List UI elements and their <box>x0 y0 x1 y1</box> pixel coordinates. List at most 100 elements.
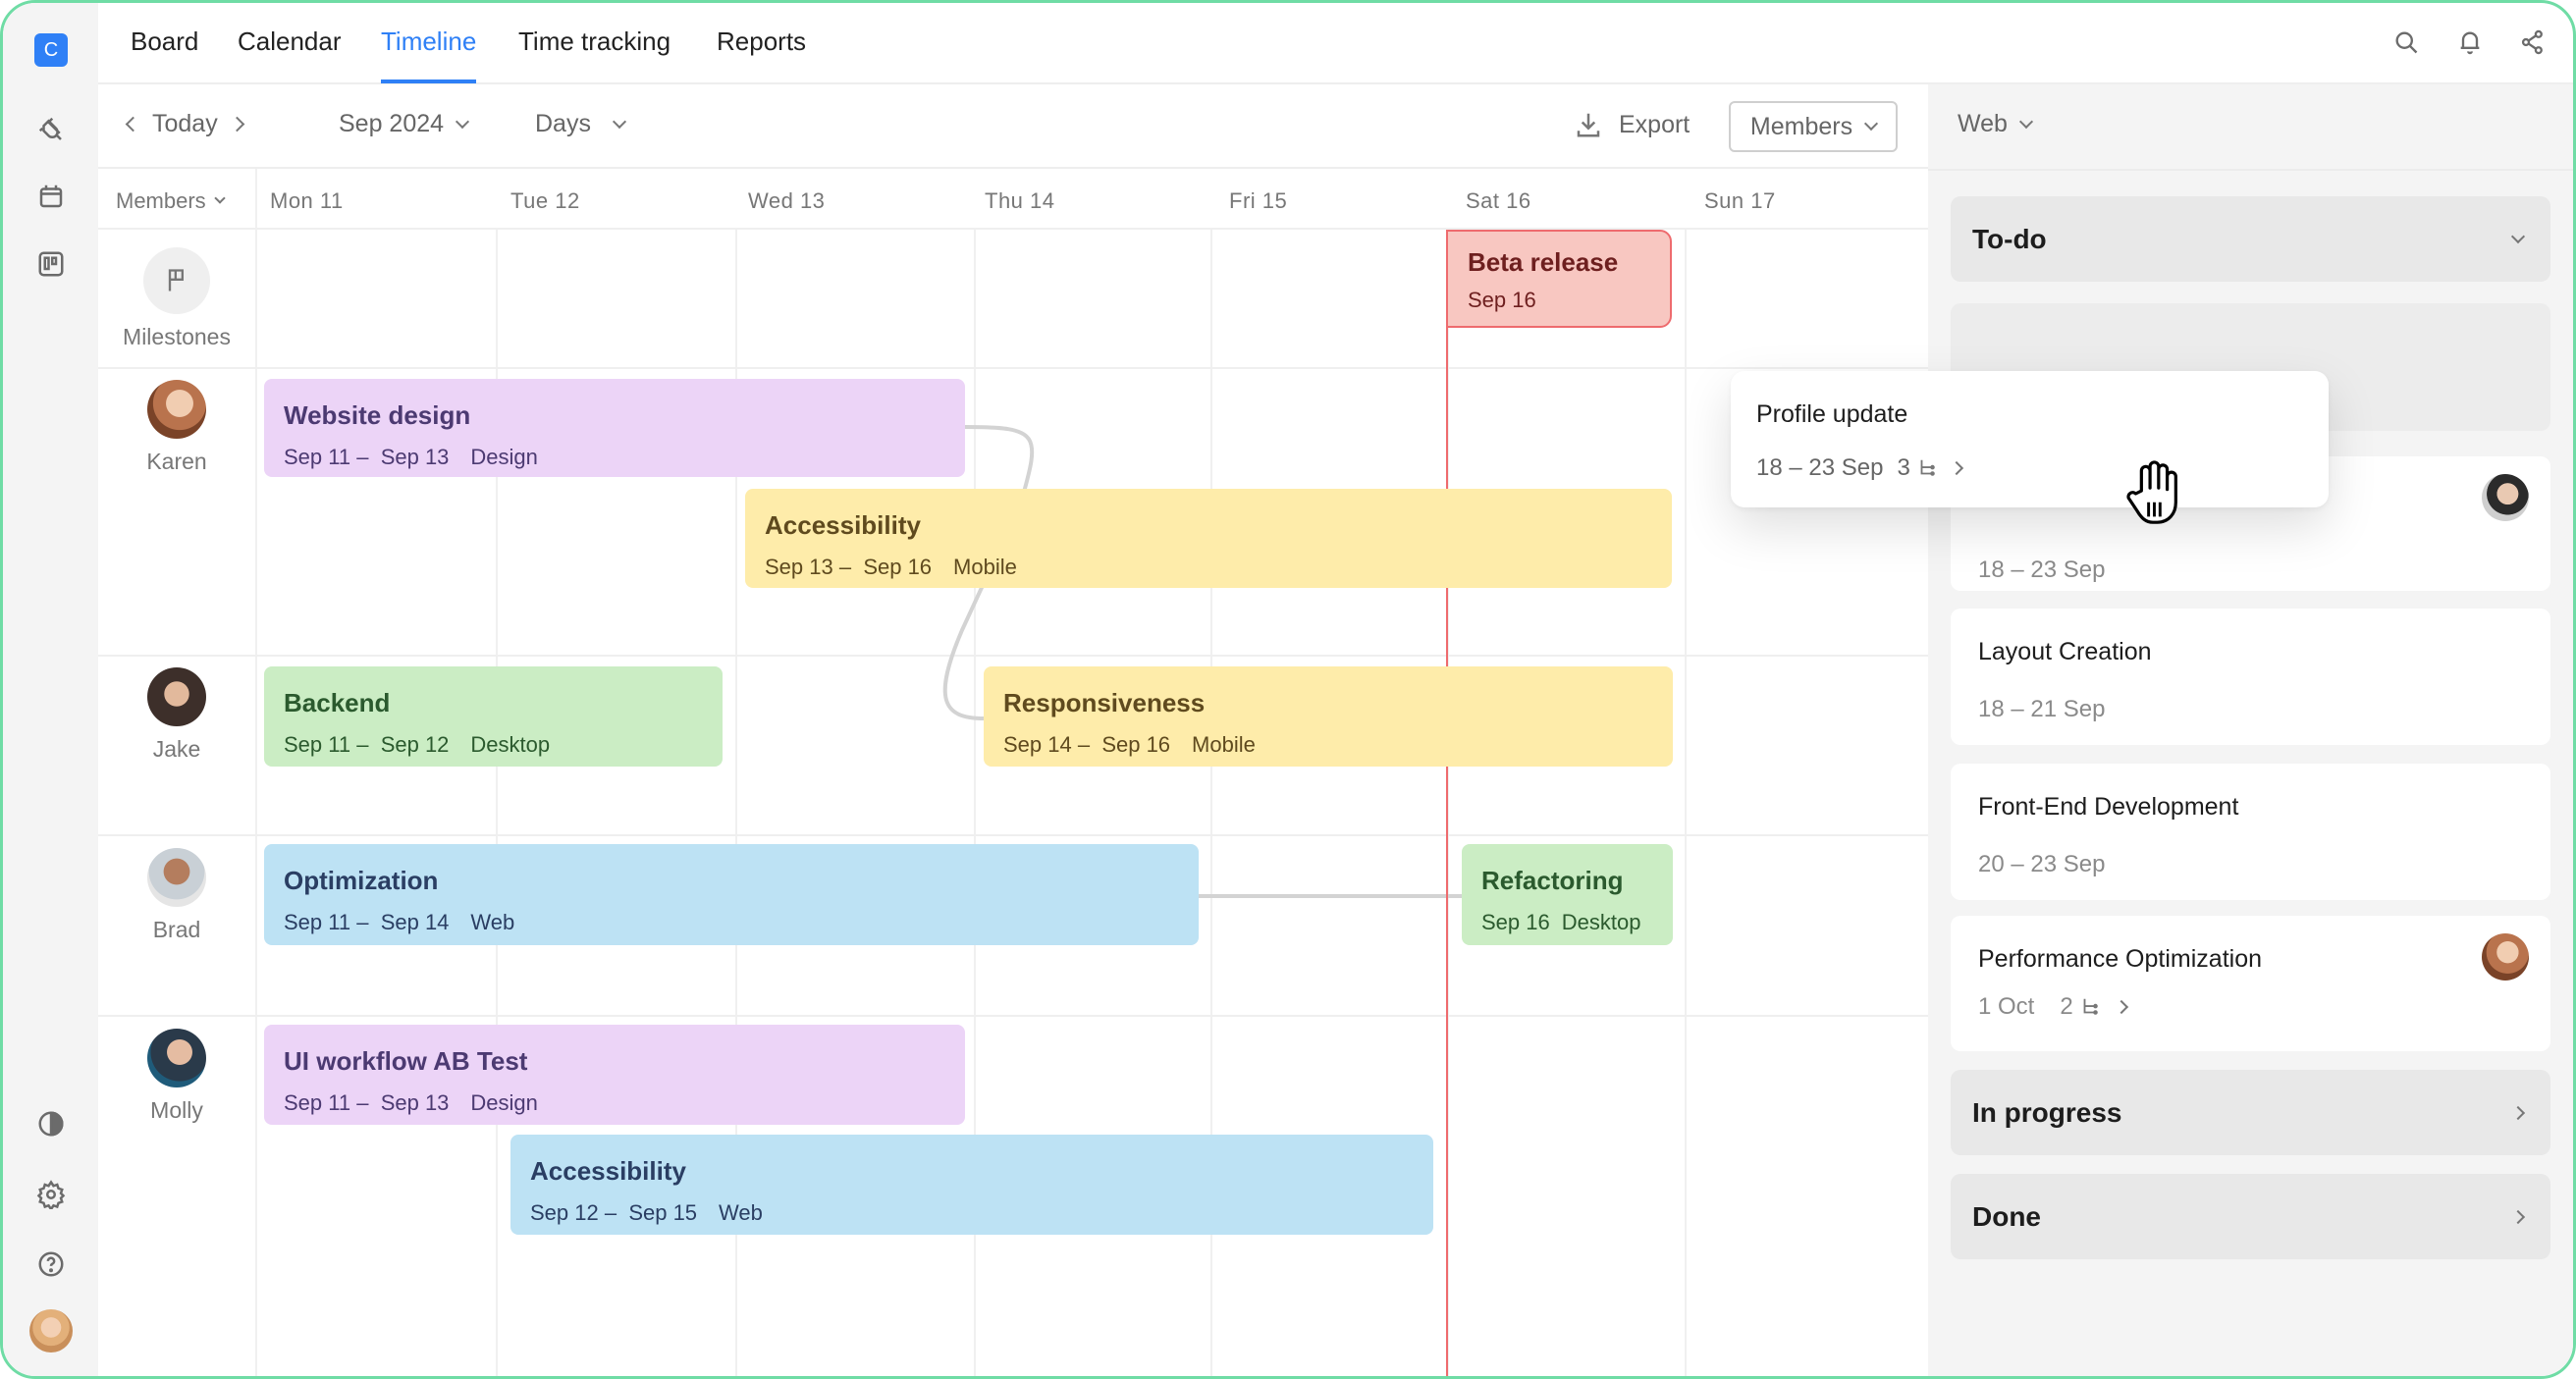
row-divider <box>98 1015 1928 1017</box>
milestones-label: Milestones <box>123 324 231 349</box>
task-start: Sep 11 <box>284 910 351 934</box>
next-icon[interactable] <box>229 116 244 133</box>
tab-timeline[interactable]: Timeline <box>381 27 477 83</box>
members-column-select[interactable]: Members <box>116 188 226 214</box>
task-start: Sep 13 <box>765 555 833 579</box>
group-done[interactable]: Done <box>1951 1174 2550 1259</box>
app-logo[interactable]: C <box>34 33 68 67</box>
task-start: Sep 14 <box>1003 732 1072 757</box>
month-select[interactable]: Sep 2024 <box>339 110 470 138</box>
task-tag: Web <box>719 1200 763 1225</box>
milestone-beta-release[interactable]: Beta release Sep 16 <box>1446 230 1672 328</box>
subtask-count: 3 <box>1897 454 1937 482</box>
row-divider <box>98 834 1928 836</box>
task-title: UI workflow AB Test <box>284 1046 528 1076</box>
task-bar[interactable]: Optimization Sep 11 – Sep 14 Web <box>264 844 1199 945</box>
download-icon <box>1577 113 1600 137</box>
task-tag: Mobile <box>953 555 1017 579</box>
task-title: Accessibility <box>530 1156 686 1186</box>
tab-calendar[interactable]: Calendar <box>238 27 342 57</box>
task-start: Sep 11 <box>284 1090 351 1115</box>
group-label: Done <box>1972 1200 2041 1232</box>
filter-select[interactable]: Web <box>1958 110 2034 138</box>
task-end: Sep 16 <box>863 555 933 579</box>
task-card[interactable]: Front-End Development 20 – 23 Sep <box>1951 764 2550 900</box>
row-divider <box>98 367 1928 369</box>
tab-time-tracking[interactable]: Time tracking <box>518 27 671 57</box>
member-name: Brad <box>152 917 201 942</box>
task-end: Sep 16 <box>1101 732 1171 757</box>
bell-icon[interactable] <box>2454 27 2486 58</box>
card-dates: 20 – 23 Sep <box>1978 851 2106 877</box>
member-molly: Molly <box>98 1029 255 1124</box>
task-tag: Desktop <box>470 732 551 757</box>
help-icon[interactable] <box>34 1247 68 1281</box>
timeline-toolbar: Today Sep 2024 Days Export Members <box>98 84 1928 169</box>
card-dates: 1 Oct <box>1978 993 2035 1020</box>
task-bar[interactable]: Backend Sep 11 – Sep 12 Desktop <box>264 666 723 767</box>
search-icon[interactable] <box>2390 27 2422 58</box>
task-bar[interactable]: Responsiveness Sep 14 – Sep 16 Mobile <box>984 666 1673 767</box>
subtask-icon <box>2083 998 2098 1015</box>
assignee-avatar <box>2482 933 2529 981</box>
plug-icon[interactable] <box>34 113 68 146</box>
card-title: Performance Optimization <box>1978 945 2263 973</box>
expand-subtasks-icon[interactable] <box>2114 999 2128 1015</box>
task-bar[interactable]: UI workflow AB Test Sep 11 – Sep 13 Desig… <box>264 1025 965 1125</box>
day-header: Fri 15 <box>1229 188 1288 213</box>
tab-board[interactable]: Board <box>131 27 198 57</box>
calendar-icon[interactable] <box>34 180 68 213</box>
gear-icon[interactable] <box>34 1178 68 1211</box>
task-title: Backend <box>284 688 391 717</box>
export-button[interactable]: Export <box>1574 110 1690 139</box>
column-divider <box>1685 230 1687 1376</box>
today-button[interactable]: Today <box>152 110 218 138</box>
board-icon[interactable] <box>34 247 68 281</box>
day-header: Wed 13 <box>748 188 826 213</box>
chevron-down-icon <box>214 192 226 204</box>
subtask-count: 2 <box>2060 993 2100 1021</box>
group-label: To-do <box>1972 223 2047 254</box>
task-tag: Desktop <box>1561 910 1641 934</box>
task-end: Sep 14 <box>380 910 450 934</box>
task-bar[interactable]: Refactoring Sep 16 Desktop <box>1462 844 1673 945</box>
contrast-icon[interactable] <box>34 1107 68 1140</box>
task-tag: Design <box>470 1090 538 1115</box>
group-todo[interactable]: To-do <box>1951 196 2550 282</box>
task-card[interactable]: Performance Optimization 1 Oct 2 <box>1951 916 2550 1051</box>
task-title: Optimization <box>284 866 439 895</box>
task-bar[interactable]: Website design Sep 11 – Sep 13 Design <box>264 379 965 477</box>
chevron-down-icon <box>612 114 627 129</box>
group-in-progress[interactable]: In progress <box>1951 1070 2550 1155</box>
task-card[interactable]: Layout Creation 18 – 21 Sep <box>1951 609 2550 745</box>
task-title: Accessibility <box>765 510 921 540</box>
group-by-label: Members <box>1749 112 1853 140</box>
subtask-number: 2 <box>2060 993 2073 1020</box>
left-sidebar: C <box>3 3 98 1376</box>
day-header: Thu 14 <box>985 188 1055 213</box>
card-title: Front-End Development <box>1978 793 2239 821</box>
task-start: Sep 11 <box>284 732 351 757</box>
task-bar[interactable]: Accessibility Sep 12 – Sep 15 Web <box>510 1135 1433 1235</box>
day-header: Tue 12 <box>510 188 580 213</box>
share-icon[interactable] <box>2517 27 2549 58</box>
task-end: Sep 13 <box>380 1090 450 1115</box>
group-label: In progress <box>1972 1096 2122 1128</box>
user-avatar[interactable] <box>29 1309 73 1352</box>
group-by-select[interactable]: Members <box>1729 101 1898 152</box>
expand-subtasks-icon[interactable] <box>1949 460 1963 476</box>
task-bar[interactable]: Accessibility Sep 13 – Sep 16 Mobile <box>745 489 1672 588</box>
card-dates: 18 – 21 Sep <box>1978 696 2106 722</box>
flag-icon <box>143 247 210 314</box>
date-navigator: Today <box>125 110 244 138</box>
prev-icon[interactable] <box>125 116 141 133</box>
member-brad: Brad <box>98 848 255 943</box>
card-dates: 18 – 23 Sep <box>1978 557 2106 583</box>
member-name: Molly <box>150 1097 203 1123</box>
scale-select[interactable]: Days <box>535 110 627 138</box>
card-title: Profile update <box>1756 400 1908 428</box>
tab-reports[interactable]: Reports <box>717 27 806 57</box>
drag-preview-card[interactable]: Profile update 18 – 23 Sep 3 <box>1731 371 2329 507</box>
chevron-down-icon <box>2510 229 2526 243</box>
milestone-date: Sep 16 <box>1468 288 1536 312</box>
